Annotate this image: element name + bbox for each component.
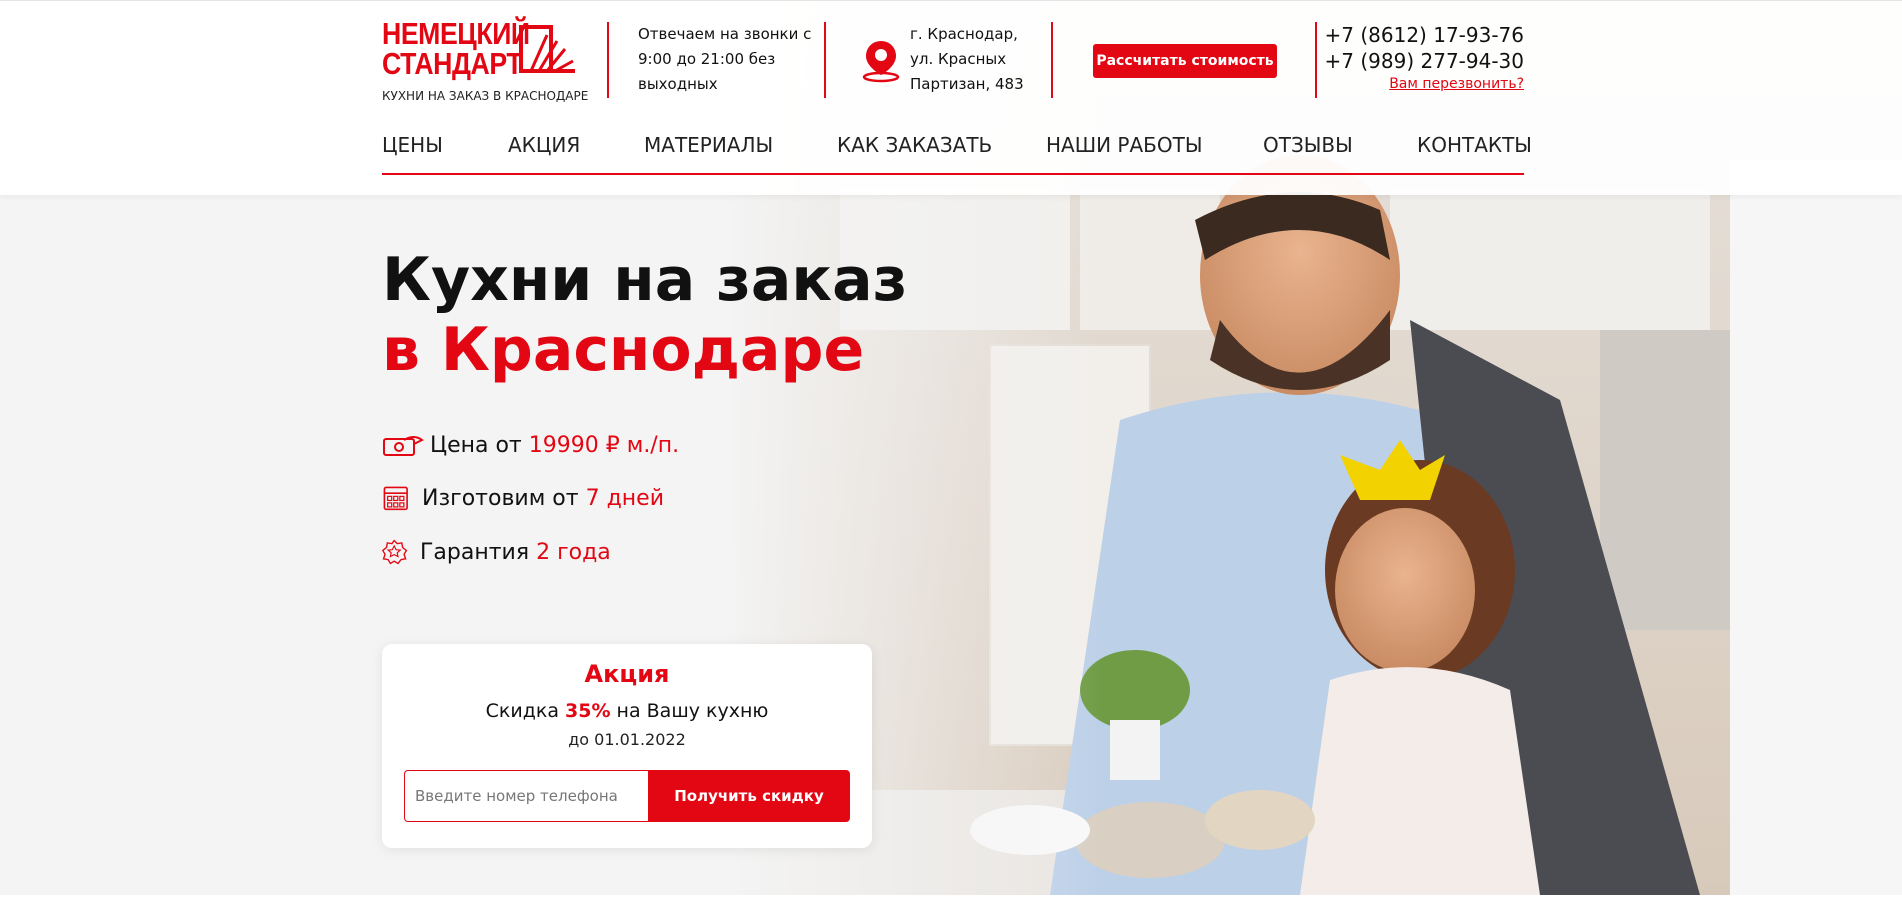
divider xyxy=(1051,22,1053,98)
site-header: НЕМЕЦКИЙ СТАНДАРТ КУХНИ НА ЗАКАЗ В КРАСН… xyxy=(0,0,1902,195)
feature-warranty: Гарантия 2 года xyxy=(382,535,611,569)
address: г. Краснодар, ул. Красных Партизан, 483 xyxy=(910,22,1040,97)
nav-item-contacts[interactable]: КОНТАКТЫ xyxy=(1417,133,1532,157)
callback-link[interactable]: Вам перезвонить? xyxy=(1325,76,1524,92)
money-hand-icon xyxy=(383,436,424,456)
phone-link[interactable]: +7 (989) 277-94-30 xyxy=(1325,48,1524,74)
feature-price: Цена от 19990 ₽ м./п. xyxy=(382,428,679,462)
get-discount-button[interactable]: Получить скидку xyxy=(648,770,850,822)
nav-item-our-works[interactable]: НАШИ РАБОТЫ xyxy=(1046,133,1203,157)
promo-date: до 01.01.2022 xyxy=(568,730,686,749)
hero-title-line-1: Кухни на заказ xyxy=(382,245,908,315)
nav-item-reviews[interactable]: ОТЗЫВЫ xyxy=(1263,133,1353,157)
working-hours: Отвечаем на звонки с 9:00 до 21:00 без в… xyxy=(638,25,812,93)
feature-text: Изготовим от xyxy=(422,485,579,511)
feature-production-time: Изготовим от 7 дней xyxy=(382,481,664,515)
site-logo[interactable]: НЕМЕЦКИЙ СТАНДАРТ КУХНИ НА ЗАКАЗ В КРАСН… xyxy=(382,18,588,105)
feature-highlight: 7 дней xyxy=(585,485,664,511)
divider xyxy=(607,22,609,98)
logo-mark-icon xyxy=(519,25,575,73)
feature-highlight: 19990 ₽ м./п. xyxy=(528,432,680,458)
promo-text-after: на Вашу кухню xyxy=(610,700,769,722)
location-pin-icon xyxy=(862,41,900,83)
promo-text: Скидка 35% на Вашу кухню xyxy=(382,700,872,722)
feature-text: Гарантия xyxy=(420,539,530,565)
award-badge-icon xyxy=(382,539,408,565)
divider xyxy=(824,22,826,98)
hero-title: Кухни на заказ в Краснодаре xyxy=(382,245,908,385)
calculate-cost-button[interactable]: Рассчитать стоимость xyxy=(1093,44,1277,78)
address-line: г. Краснодар, xyxy=(910,25,1018,43)
nav-item-promo[interactable]: АКЦИЯ xyxy=(508,133,580,157)
phone-link[interactable]: +7 (8612) 17-93-76 xyxy=(1325,22,1524,48)
address-line: ул. Красных xyxy=(910,50,1007,68)
promo-percent: 35% xyxy=(565,700,611,722)
phone-input[interactable] xyxy=(404,770,648,822)
divider xyxy=(1315,22,1317,98)
promo-card: Акция Скидка 35% на Вашу кухню до 01.01.… xyxy=(382,644,872,848)
hero-title-line-2: в Краснодаре xyxy=(382,315,865,385)
main-nav: ЦЕНЫ АКЦИЯ МАТЕРИАЛЫ КАК ЗАКАЗАТЬ НАШИ Р… xyxy=(382,129,1532,175)
address-line: Партизан, 483 xyxy=(910,75,1024,93)
feature-text: Цена от xyxy=(430,432,522,458)
feature-highlight: 2 года xyxy=(536,539,611,565)
phone-block: +7 (8612) 17-93-76 +7 (989) 277-94-30 Ва… xyxy=(1325,22,1524,92)
logo-subtitle: КУХНИ НА ЗАКАЗ В КРАСНОДАРЕ xyxy=(382,89,589,103)
nav-item-how-to-order[interactable]: КАК ЗАКАЗАТЬ xyxy=(837,133,992,157)
promo-text-before: Скидка xyxy=(485,700,566,722)
nav-item-prices[interactable]: ЦЕНЫ xyxy=(382,133,443,157)
calendar-icon xyxy=(383,486,408,511)
promo-title: Акция xyxy=(584,660,670,688)
nav-item-materials[interactable]: МАТЕРИАЛЫ xyxy=(644,133,773,157)
